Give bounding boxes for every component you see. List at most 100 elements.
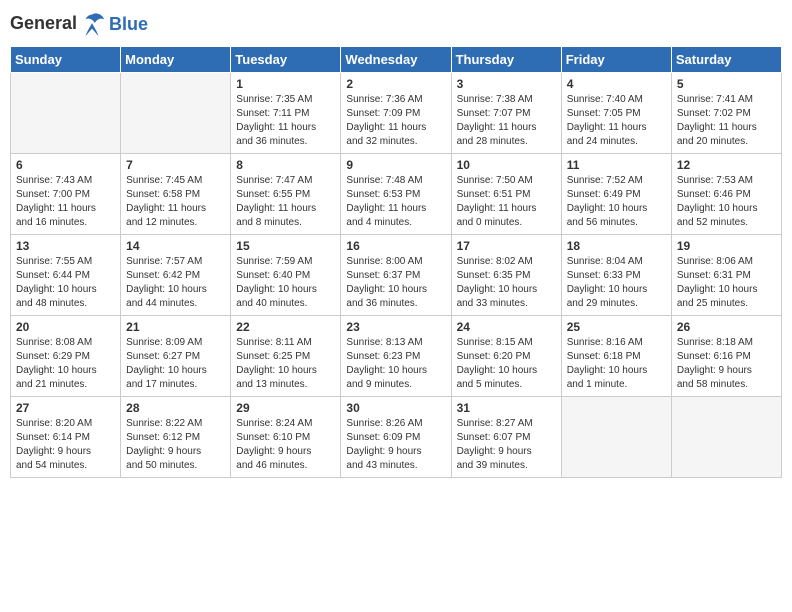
day-number: 18 xyxy=(567,239,666,253)
logo-general: General xyxy=(10,13,77,33)
day-number: 12 xyxy=(677,158,776,172)
day-info: Sunrise: 7:35 AM Sunset: 7:11 PM Dayligh… xyxy=(236,93,335,149)
day-number: 1 xyxy=(236,77,335,91)
calendar-table: SundayMondayTuesdayWednesdayThursdayFrid… xyxy=(10,46,782,478)
calendar-cell: 12 Sunrise: 7:53 AM Sunset: 6:46 PM Dayli… xyxy=(671,154,781,235)
day-info: Sunrise: 8:11 AM Sunset: 6:25 PM Dayligh… xyxy=(236,336,335,392)
calendar-cell: 26 Sunrise: 8:18 AM Sunset: 6:16 PM Dayli… xyxy=(671,316,781,397)
day-number: 16 xyxy=(346,239,445,253)
day-info: Sunrise: 8:22 AM Sunset: 6:12 PM Dayligh… xyxy=(126,417,225,473)
calendar-cell: 14 Sunrise: 7:57 AM Sunset: 6:42 PM Dayli… xyxy=(121,235,231,316)
day-number: 24 xyxy=(457,320,556,334)
day-number: 28 xyxy=(126,401,225,415)
page-header: General Blue xyxy=(10,10,782,38)
day-number: 15 xyxy=(236,239,335,253)
day-number: 23 xyxy=(346,320,445,334)
calendar-week-row: 27Sunrise: 8:20 AM Sunset: 6:14 PM Dayli… xyxy=(11,397,782,478)
calendar-cell: 6 Sunrise: 7:43 AM Sunset: 7:00 PM Daylig… xyxy=(11,154,121,235)
calendar-cell: 27Sunrise: 8:20 AM Sunset: 6:14 PM Dayli… xyxy=(11,397,121,478)
weekday-header: Tuesday xyxy=(231,47,341,73)
day-info: Sunrise: 7:47 AM Sunset: 6:55 PM Dayligh… xyxy=(236,174,335,230)
day-info: Sunrise: 8:15 AM Sunset: 6:20 PM Dayligh… xyxy=(457,336,556,392)
day-info: Sunrise: 8:08 AM Sunset: 6:29 PM Dayligh… xyxy=(16,336,115,392)
day-number: 17 xyxy=(457,239,556,253)
day-number: 31 xyxy=(457,401,556,415)
day-info: Sunrise: 7:40 AM Sunset: 7:05 PM Dayligh… xyxy=(567,93,666,149)
weekday-header: Wednesday xyxy=(341,47,451,73)
calendar-cell: 5Sunrise: 7:41 AM Sunset: 7:02 PM Daylig… xyxy=(671,73,781,154)
calendar-cell: 2 Sunrise: 7:36 AM Sunset: 7:09 PM Daylig… xyxy=(341,73,451,154)
calendar-cell: 10 Sunrise: 7:50 AM Sunset: 6:51 PM Dayli… xyxy=(451,154,561,235)
day-number: 20 xyxy=(16,320,115,334)
weekday-header: Saturday xyxy=(671,47,781,73)
day-info: Sunrise: 8:20 AM Sunset: 6:14 PM Dayligh… xyxy=(16,417,115,473)
day-info: Sunrise: 7:38 AM Sunset: 7:07 PM Dayligh… xyxy=(457,93,556,149)
calendar-week-row: 1 Sunrise: 7:35 AM Sunset: 7:11 PM Daylig… xyxy=(11,73,782,154)
day-number: 14 xyxy=(126,239,225,253)
day-info: Sunrise: 7:59 AM Sunset: 6:40 PM Dayligh… xyxy=(236,255,335,311)
calendar-cell: 11 Sunrise: 7:52 AM Sunset: 6:49 PM Dayli… xyxy=(561,154,671,235)
day-info: Sunrise: 7:50 AM Sunset: 6:51 PM Dayligh… xyxy=(457,174,556,230)
logo-blue: Blue xyxy=(109,14,148,35)
calendar-cell: 22 Sunrise: 8:11 AM Sunset: 6:25 PM Dayli… xyxy=(231,316,341,397)
day-number: 3 xyxy=(457,77,556,91)
day-info: Sunrise: 8:00 AM Sunset: 6:37 PM Dayligh… xyxy=(346,255,445,311)
day-number: 22 xyxy=(236,320,335,334)
day-info: Sunrise: 7:45 AM Sunset: 6:58 PM Dayligh… xyxy=(126,174,225,230)
calendar-cell: 31 Sunrise: 8:27 AM Sunset: 6:07 PM Dayli… xyxy=(451,397,561,478)
calendar-cell: 30Sunrise: 8:26 AM Sunset: 6:09 PM Dayli… xyxy=(341,397,451,478)
calendar-cell: 23 Sunrise: 8:13 AM Sunset: 6:23 PM Dayli… xyxy=(341,316,451,397)
day-info: Sunrise: 7:36 AM Sunset: 7:09 PM Dayligh… xyxy=(346,93,445,149)
calendar-cell: 3 Sunrise: 7:38 AM Sunset: 7:07 PM Daylig… xyxy=(451,73,561,154)
day-info: Sunrise: 7:55 AM Sunset: 6:44 PM Dayligh… xyxy=(16,255,115,311)
day-info: Sunrise: 8:18 AM Sunset: 6:16 PM Dayligh… xyxy=(677,336,776,392)
day-info: Sunrise: 8:16 AM Sunset: 6:18 PM Dayligh… xyxy=(567,336,666,392)
day-info: Sunrise: 8:24 AM Sunset: 6:10 PM Dayligh… xyxy=(236,417,335,473)
day-info: Sunrise: 8:06 AM Sunset: 6:31 PM Dayligh… xyxy=(677,255,776,311)
weekday-header: Thursday xyxy=(451,47,561,73)
calendar-week-row: 20 Sunrise: 8:08 AM Sunset: 6:29 PM Dayli… xyxy=(11,316,782,397)
day-number: 26 xyxy=(677,320,776,334)
day-number: 5 xyxy=(677,77,776,91)
calendar-cell: 28 Sunrise: 8:22 AM Sunset: 6:12 PM Dayli… xyxy=(121,397,231,478)
calendar-cell: 24 Sunrise: 8:15 AM Sunset: 6:20 PM Dayli… xyxy=(451,316,561,397)
day-number: 13 xyxy=(16,239,115,253)
weekday-header: Sunday xyxy=(11,47,121,73)
day-info: Sunrise: 8:13 AM Sunset: 6:23 PM Dayligh… xyxy=(346,336,445,392)
day-number: 6 xyxy=(16,158,115,172)
calendar-cell: 20 Sunrise: 8:08 AM Sunset: 6:29 PM Dayli… xyxy=(11,316,121,397)
day-info: Sunrise: 7:53 AM Sunset: 6:46 PM Dayligh… xyxy=(677,174,776,230)
day-number: 10 xyxy=(457,158,556,172)
day-number: 2 xyxy=(346,77,445,91)
day-number: 29 xyxy=(236,401,335,415)
calendar-cell: 8 Sunrise: 7:47 AM Sunset: 6:55 PM Daylig… xyxy=(231,154,341,235)
calendar-cell: 9Sunrise: 7:48 AM Sunset: 6:53 PM Daylig… xyxy=(341,154,451,235)
calendar-cell: 19 Sunrise: 8:06 AM Sunset: 6:31 PM Dayli… xyxy=(671,235,781,316)
day-number: 25 xyxy=(567,320,666,334)
calendar-cell: 15 Sunrise: 7:59 AM Sunset: 6:40 PM Dayli… xyxy=(231,235,341,316)
calendar-cell: 16 Sunrise: 8:00 AM Sunset: 6:37 PM Dayli… xyxy=(341,235,451,316)
calendar-cell: 1 Sunrise: 7:35 AM Sunset: 7:11 PM Daylig… xyxy=(231,73,341,154)
calendar-cell: 13 Sunrise: 7:55 AM Sunset: 6:44 PM Dayli… xyxy=(11,235,121,316)
day-info: Sunrise: 8:02 AM Sunset: 6:35 PM Dayligh… xyxy=(457,255,556,311)
calendar-cell: 7Sunrise: 7:45 AM Sunset: 6:58 PM Daylig… xyxy=(121,154,231,235)
day-number: 8 xyxy=(236,158,335,172)
calendar-cell: 29 Sunrise: 8:24 AM Sunset: 6:10 PM Dayli… xyxy=(231,397,341,478)
day-info: Sunrise: 7:52 AM Sunset: 6:49 PM Dayligh… xyxy=(567,174,666,230)
calendar-cell: 4Sunrise: 7:40 AM Sunset: 7:05 PM Daylig… xyxy=(561,73,671,154)
calendar-week-row: 6 Sunrise: 7:43 AM Sunset: 7:00 PM Daylig… xyxy=(11,154,782,235)
day-info: Sunrise: 8:09 AM Sunset: 6:27 PM Dayligh… xyxy=(126,336,225,392)
day-number: 19 xyxy=(677,239,776,253)
calendar-cell xyxy=(671,397,781,478)
weekday-header: Monday xyxy=(121,47,231,73)
day-number: 21 xyxy=(126,320,225,334)
day-info: Sunrise: 8:27 AM Sunset: 6:07 PM Dayligh… xyxy=(457,417,556,473)
day-info: Sunrise: 8:26 AM Sunset: 6:09 PM Dayligh… xyxy=(346,417,445,473)
day-info: Sunrise: 8:04 AM Sunset: 6:33 PM Dayligh… xyxy=(567,255,666,311)
day-info: Sunrise: 7:57 AM Sunset: 6:42 PM Dayligh… xyxy=(126,255,225,311)
weekday-header-row: SundayMondayTuesdayWednesdayThursdayFrid… xyxy=(11,47,782,73)
day-info: Sunrise: 7:43 AM Sunset: 7:00 PM Dayligh… xyxy=(16,174,115,230)
logo: General Blue xyxy=(10,10,148,38)
day-number: 11 xyxy=(567,158,666,172)
weekday-header: Friday xyxy=(561,47,671,73)
